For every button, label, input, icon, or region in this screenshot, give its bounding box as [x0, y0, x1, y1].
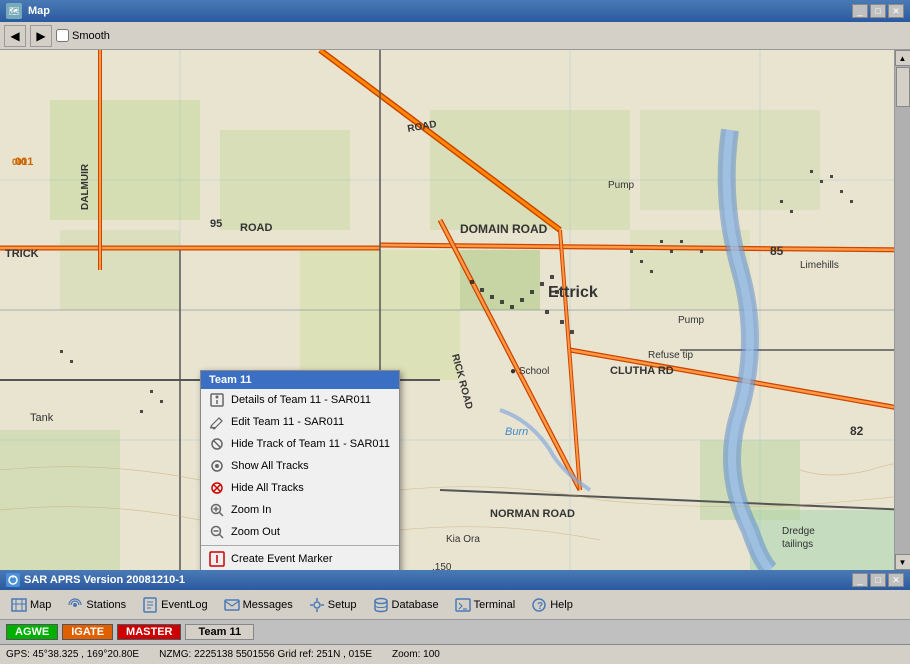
- smooth-label: Smooth: [56, 29, 110, 42]
- scroll-track[interactable]: [895, 66, 910, 554]
- scroll-thumb[interactable]: [896, 67, 910, 107]
- sar-nav-toolbar: Map Stations EventLog Messages Setup: [0, 590, 910, 620]
- ettrick-label: Ettrick: [548, 284, 598, 302]
- map-title-bar: 🗺 Map _ □ ✕: [0, 0, 910, 22]
- sar-minimize-button[interactable]: _: [852, 573, 868, 587]
- zoom-level: Zoom: 100: [392, 649, 440, 660]
- nav-terminal-button[interactable]: Terminal: [448, 594, 523, 616]
- svg-text:001: 001: [12, 157, 27, 167]
- nzmg-coords: NZMG: 2225138 5501556 Grid ref: 251N , 0…: [159, 649, 372, 660]
- tank-label: Tank: [30, 412, 53, 424]
- map-toolbar: ◀ ▶ Smooth: [0, 22, 910, 50]
- messages-nav-icon: [224, 597, 240, 613]
- sar-title-bar: SAR APRS Version 20081210-1 _ □ ✕: [0, 570, 910, 590]
- map-window: 🗺 Map _ □ ✕ ◀ ▶ Smooth: [0, 0, 910, 570]
- stations-nav-icon: [67, 597, 83, 613]
- nav-eventlog-button[interactable]: EventLog: [135, 594, 214, 616]
- sar-aprs-window: SAR APRS Version 20081210-1 _ □ ✕ Map St…: [0, 570, 910, 644]
- map-window-controls: _ □ ✕: [852, 4, 904, 18]
- menu-separator-1: [201, 545, 399, 546]
- pump-label-2: Pump: [678, 315, 704, 326]
- forward-button[interactable]: ▶: [30, 25, 52, 47]
- nav-stations-button[interactable]: Stations: [60, 594, 133, 616]
- database-nav-icon: [373, 597, 389, 613]
- pump-label-1: Pump: [608, 180, 634, 191]
- menu-item-create-event[interactable]: Create Event Marker: [201, 548, 399, 570]
- svg-text:DALMUIR: DALMUIR: [80, 163, 91, 210]
- road-label-road: ROAD: [240, 222, 272, 234]
- burn-label: Burn: [505, 426, 528, 438]
- setup-nav-icon: [309, 597, 325, 613]
- norman-road-label: NORMAN ROAD: [490, 508, 575, 520]
- master-badge: MASTER: [117, 624, 181, 640]
- minimize-button[interactable]: _: [852, 4, 868, 18]
- menu-item-zoom-in[interactable]: Zoom In: [201, 499, 399, 521]
- menu-item-zoom-out[interactable]: Zoom Out: [201, 521, 399, 543]
- domain-road-label: DOMAIN ROAD: [460, 222, 547, 236]
- hide-track-icon: [209, 436, 225, 452]
- agwe-badge: AGWE: [6, 624, 58, 640]
- school-label: ● School: [510, 366, 549, 377]
- map-svg: 001: [0, 50, 910, 570]
- igate-badge: IGATE: [62, 624, 113, 640]
- context-menu-header: Team 11: [201, 371, 399, 389]
- map-title-icon: 🗺: [6, 3, 22, 19]
- zoom-out-icon: [209, 524, 225, 540]
- help-nav-icon: ?: [531, 597, 547, 613]
- road-label-95: 95: [210, 218, 222, 230]
- show-all-icon: [209, 458, 225, 474]
- scroll-down-button[interactable]: ▼: [895, 554, 910, 570]
- menu-item-hide-track[interactable]: Hide Track of Team 11 - SAR011: [201, 433, 399, 455]
- nav-map-button[interactable]: Map: [4, 594, 58, 616]
- limehills-label: Limehills: [800, 260, 839, 271]
- edit-icon: [209, 414, 225, 430]
- details-icon: [209, 392, 225, 408]
- maximize-button[interactable]: □: [870, 4, 886, 18]
- clutha-rd-label: CLUTHA RD: [610, 365, 674, 377]
- context-menu: Team 11 Details of Team 11 - SAR011 Edit…: [200, 370, 400, 570]
- eventlog-nav-icon: [142, 597, 158, 613]
- kia-ora-label: Kia Ora: [446, 534, 480, 545]
- trick-label: TRICK: [5, 248, 39, 260]
- nav-messages-button[interactable]: Messages: [217, 594, 300, 616]
- svg-text:?: ?: [537, 601, 543, 612]
- status-bar: AGWE IGATE MASTER Team 11: [0, 620, 910, 644]
- terminal-nav-icon: [455, 597, 471, 613]
- dredge-label: Dredge: [782, 526, 815, 537]
- menu-item-details[interactable]: Details of Team 11 - SAR011: [201, 389, 399, 411]
- label-82: 82: [850, 424, 863, 438]
- map-scrollbar[interactable]: ▲ ▼: [894, 50, 910, 570]
- label-85: 85: [770, 244, 783, 258]
- menu-item-hide-all[interactable]: Hide All Tracks: [201, 477, 399, 499]
- map-title-text: Map: [28, 5, 50, 17]
- tailings-label: tailings: [782, 539, 813, 550]
- sar-win-controls: _ □ ✕: [852, 573, 904, 587]
- scroll-up-button[interactable]: ▲: [895, 50, 910, 66]
- back-button[interactable]: ◀: [4, 25, 26, 47]
- sar-close-button[interactable]: ✕: [888, 573, 904, 587]
- close-button[interactable]: ✕: [888, 4, 904, 18]
- sar-title-icon: [6, 573, 20, 587]
- gps-coords: GPS: 45°38.325 , 169°20.80E: [6, 649, 139, 660]
- smooth-checkbox[interactable]: [56, 29, 69, 42]
- refuse-tip-label: Refuse tip: [648, 350, 693, 361]
- menu-item-show-all[interactable]: Show All Tracks: [201, 455, 399, 477]
- map-area[interactable]: 001: [0, 50, 910, 570]
- nav-setup-button[interactable]: Setup: [302, 594, 364, 616]
- hide-all-icon: [209, 480, 225, 496]
- bottom-status-bar: GPS: 45°38.325 , 169°20.80E NZMG: 222513…: [0, 644, 910, 664]
- team-label: Team 11: [185, 624, 254, 640]
- create-event-icon: [209, 551, 225, 567]
- nav-help-button[interactable]: ? Help: [524, 594, 580, 616]
- sar-maximize-button[interactable]: □: [870, 573, 886, 587]
- map-nav-icon: [11, 597, 27, 613]
- dotone50-label: .150: [432, 562, 451, 570]
- zoom-in-icon: [209, 502, 225, 518]
- menu-item-edit[interactable]: Edit Team 11 - SAR011: [201, 411, 399, 433]
- nav-database-button[interactable]: Database: [366, 594, 446, 616]
